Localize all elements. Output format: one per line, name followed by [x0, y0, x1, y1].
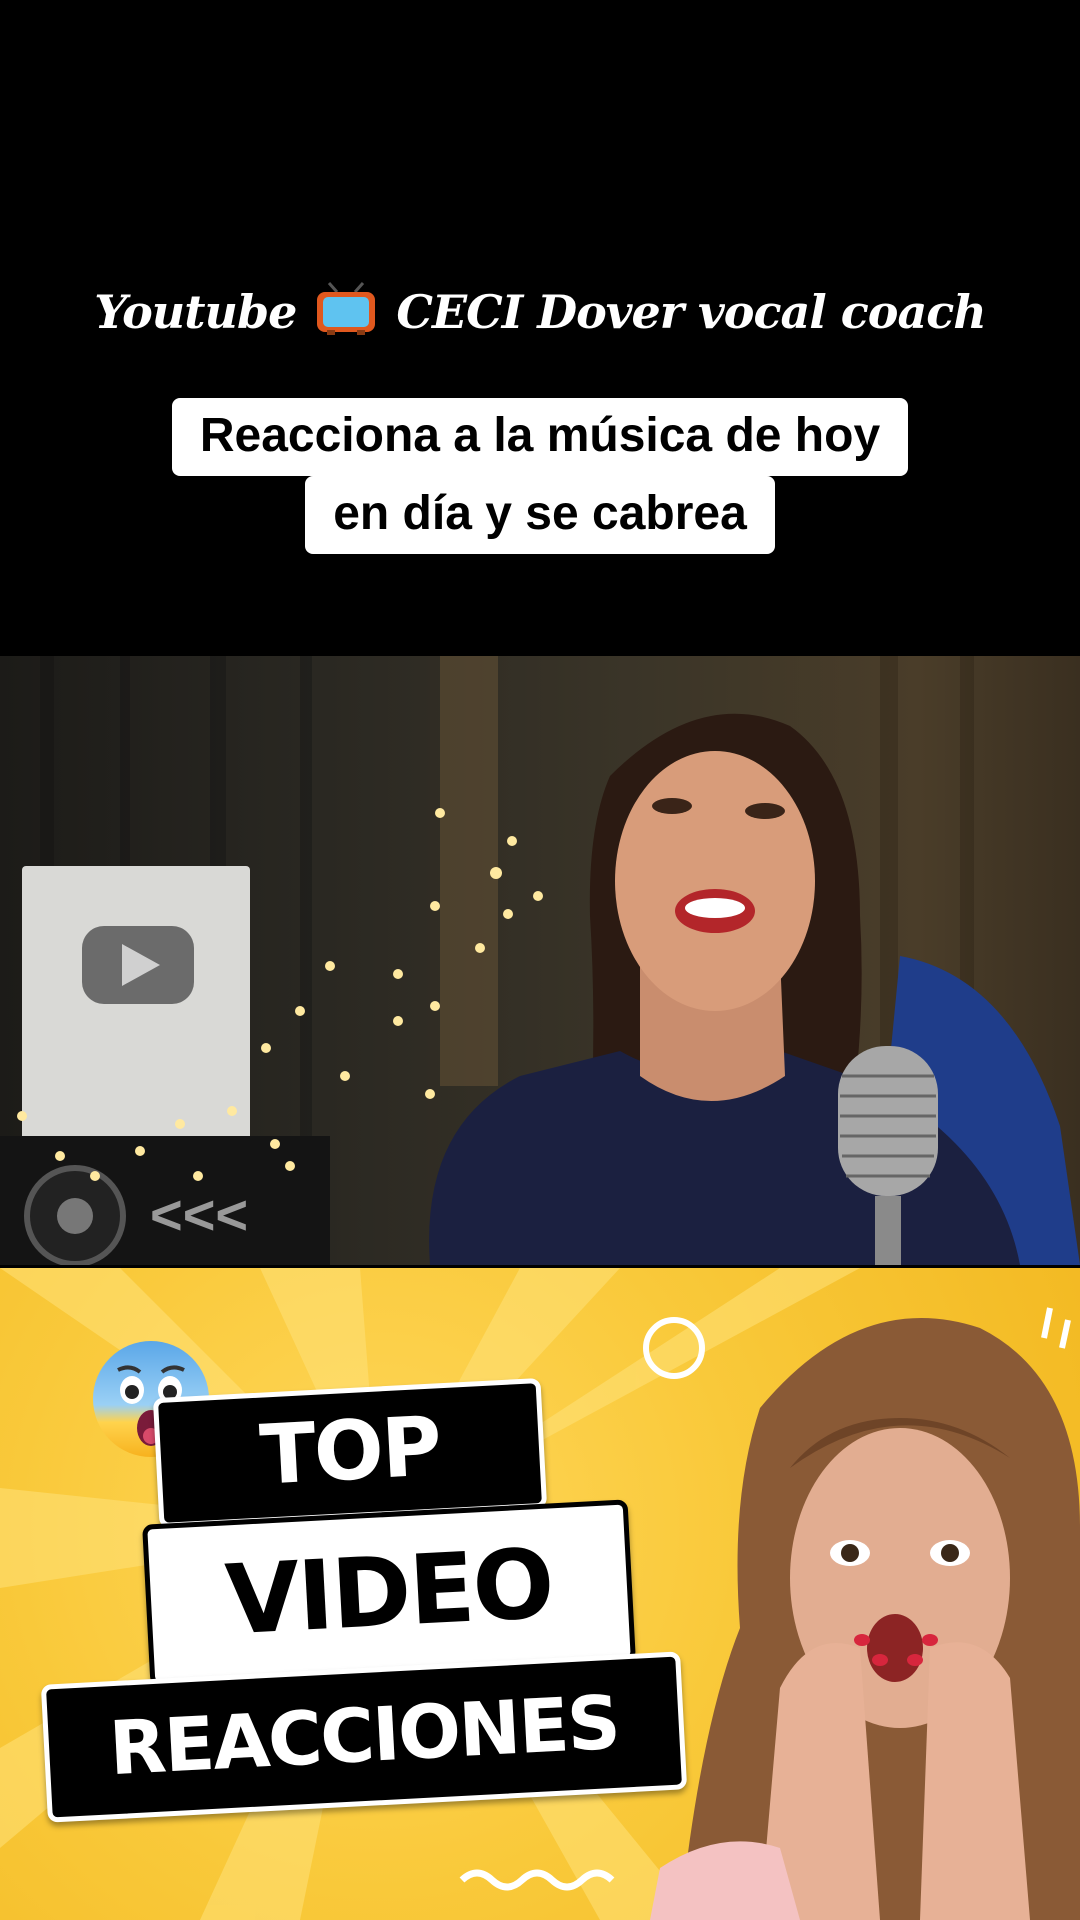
surprised-woman	[650, 1318, 1080, 1920]
channel-prefix: Youtube	[94, 285, 297, 339]
play-button-plaque	[22, 866, 250, 1146]
channel-name: CECI Dover vocal coach	[396, 285, 986, 339]
video-frame[interactable]: <<<	[0, 656, 1080, 1265]
reactions-thumbnail[interactable]: TOP VIDEO REACCIONES	[0, 1268, 1080, 1920]
caption-line-2: en día y se cabrea	[305, 476, 775, 554]
tag-top: TOP	[152, 1377, 548, 1529]
tv-icon	[317, 282, 376, 335]
caption: Reacciona a la música de hoy en día y se…	[0, 398, 1080, 554]
channel-credit: Youtube CECI Dover vocal coach	[0, 282, 1080, 339]
face	[615, 751, 815, 1011]
svg-text:<<<: <<<	[150, 1183, 248, 1246]
speakers: <<<	[0, 1136, 330, 1265]
caption-line-1: Reacciona a la música de hoy	[171, 398, 909, 476]
top-area: Youtube CECI Dover vocal coach Reacciona…	[0, 0, 1080, 656]
guitar-neck	[440, 656, 498, 1086]
video-scene: <<<	[0, 656, 1080, 1265]
